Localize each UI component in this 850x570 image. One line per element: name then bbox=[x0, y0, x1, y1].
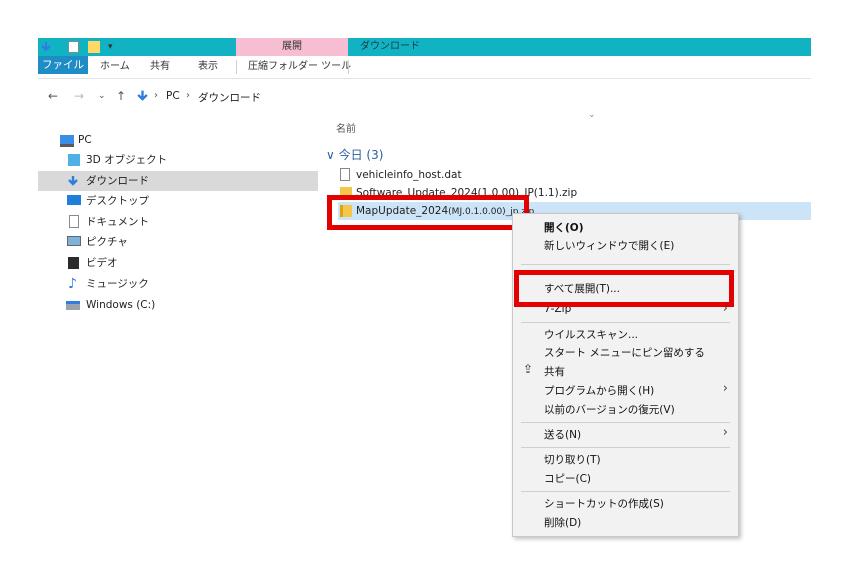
nav-item-label: ミュージック bbox=[86, 278, 149, 290]
back-arrow-icon[interactable]: ← bbox=[48, 89, 58, 103]
menu-separator bbox=[521, 422, 730, 423]
menu-item-create-shortcut[interactable]: ショートカットの作成(S) bbox=[544, 495, 664, 513]
tab-compressed-folder-tools[interactable]: 圧縮フォルダー ツール bbox=[248, 56, 351, 78]
3d-objects-icon bbox=[68, 154, 80, 166]
nav-item-label: ビデオ bbox=[86, 257, 118, 269]
nav-item-desktop[interactable]: デスクトップ bbox=[38, 191, 318, 211]
menu-item-cut[interactable]: 切り取り(T) bbox=[544, 451, 601, 469]
download-folder-icon bbox=[137, 90, 148, 101]
nav-item-pictures[interactable]: ピクチャ bbox=[38, 232, 318, 252]
group-label: 今日 (3) bbox=[338, 148, 384, 162]
nav-item-3d-objects[interactable]: 3D オブジェクト bbox=[38, 150, 318, 170]
menu-separator bbox=[521, 447, 730, 448]
tab-file[interactable]: ファイル bbox=[38, 56, 88, 74]
menu-item-share[interactable]: 共有 bbox=[544, 363, 565, 381]
tab-home[interactable]: ホーム bbox=[100, 56, 130, 78]
up-arrow-icon[interactable]: ↑ bbox=[116, 89, 126, 103]
music-icon: ♪ bbox=[68, 276, 77, 292]
ribbon-divider bbox=[236, 60, 237, 74]
nav-item-windows-drive[interactable]: Windows (C:) bbox=[38, 295, 318, 315]
file-icon bbox=[340, 168, 350, 181]
desktop-icon bbox=[67, 195, 81, 205]
context-menu: 開く(O) 新しいウィンドウで開く(E) すべて展開(T)... 7-Zip ›… bbox=[512, 213, 739, 537]
group-header-today[interactable]: ∨ 今日 (3) bbox=[326, 146, 383, 163]
title-bar: ▾ 展開 ダウンロード bbox=[38, 38, 811, 56]
window-title: ダウンロード bbox=[360, 41, 420, 52]
share-icon: ⇪ bbox=[523, 362, 534, 376]
menu-item-delete[interactable]: 削除(D) bbox=[544, 514, 581, 532]
ribbon-divider bbox=[348, 60, 349, 74]
address-bar: ← → ⌄ ↑ › PC › ダウンロード bbox=[38, 86, 811, 108]
recent-locations-chevron-icon[interactable]: ⌄ bbox=[98, 91, 106, 101]
video-icon bbox=[68, 257, 79, 269]
submenu-arrow-icon: › bbox=[722, 381, 728, 396]
nav-item-label: 3D オブジェクト bbox=[86, 154, 168, 166]
nav-item-label: ピクチャ bbox=[86, 236, 128, 248]
menu-item-open-new-window[interactable]: 新しいウィンドウで開く(E) bbox=[544, 237, 674, 255]
file-name: vehicleinfo_host.dat bbox=[356, 169, 462, 181]
menu-item-restore-previous-versions[interactable]: 以前のバージョンの復元(V) bbox=[544, 401, 675, 419]
download-folder-icon bbox=[41, 42, 51, 52]
pc-icon bbox=[60, 135, 74, 147]
extract-context-tab[interactable]: 展開 bbox=[236, 38, 348, 56]
breadcrumb-separator-icon: › bbox=[186, 90, 190, 101]
nav-item-music[interactable]: ♪ ミュージック bbox=[38, 274, 318, 294]
nav-item-documents[interactable]: ドキュメント bbox=[38, 212, 318, 232]
menu-item-pin-to-start[interactable]: スタート メニューにピン留めする bbox=[544, 344, 705, 362]
menu-item-open[interactable]: 開く(O) bbox=[544, 219, 584, 237]
documents-icon bbox=[69, 215, 79, 228]
menu-item-virus-scan[interactable]: ウイルススキャン... bbox=[544, 326, 638, 344]
nav-item-pc[interactable]: PC bbox=[38, 130, 318, 150]
file-highlight-box bbox=[327, 195, 529, 230]
nav-item-label: Windows (C:) bbox=[86, 299, 156, 311]
nav-item-label: デスクトップ bbox=[86, 195, 149, 207]
pictures-icon bbox=[67, 236, 81, 246]
forward-arrow-icon[interactable]: → bbox=[74, 89, 84, 103]
breadcrumb-pc[interactable]: PC bbox=[166, 90, 180, 102]
nav-item-downloads[interactable]: ダウンロード bbox=[38, 171, 318, 191]
drive-icon bbox=[66, 301, 80, 310]
breadcrumb-downloads[interactable]: ダウンロード bbox=[198, 90, 261, 105]
tab-share[interactable]: 共有 bbox=[150, 56, 170, 78]
file-row[interactable]: vehicleinfo_host.dat bbox=[338, 166, 808, 184]
extract-all-highlight-box bbox=[514, 270, 734, 307]
menu-item-send-to[interactable]: 送る(N) bbox=[544, 426, 581, 444]
ribbon-tabs: ファイル ホーム 共有 表示 圧縮フォルダー ツール bbox=[38, 56, 811, 79]
quick-access-dropdown-icon[interactable]: ▾ bbox=[108, 41, 113, 53]
nav-item-videos[interactable]: ビデオ bbox=[38, 253, 318, 273]
download-icon bbox=[68, 176, 78, 186]
menu-separator bbox=[521, 491, 730, 492]
menu-item-copy[interactable]: コピー(C) bbox=[544, 470, 591, 488]
column-header-name[interactable]: 名前 bbox=[336, 120, 356, 135]
new-folder-icon[interactable] bbox=[88, 41, 100, 53]
nav-item-label: PC bbox=[78, 134, 92, 146]
nav-item-label: ドキュメント bbox=[86, 216, 149, 228]
nav-item-label: ダウンロード bbox=[86, 175, 149, 187]
tab-view[interactable]: 表示 bbox=[198, 56, 218, 78]
collapse-chevron-icon: ∨ bbox=[326, 148, 339, 162]
breadcrumb-separator-icon: › bbox=[154, 90, 158, 101]
menu-item-open-with[interactable]: プログラムから開く(H) bbox=[544, 382, 654, 400]
sort-chevron-icon: ⌄ bbox=[588, 110, 596, 120]
menu-separator bbox=[521, 322, 730, 323]
menu-separator bbox=[521, 264, 730, 265]
properties-icon[interactable] bbox=[68, 41, 79, 53]
submenu-arrow-icon: › bbox=[722, 425, 728, 440]
